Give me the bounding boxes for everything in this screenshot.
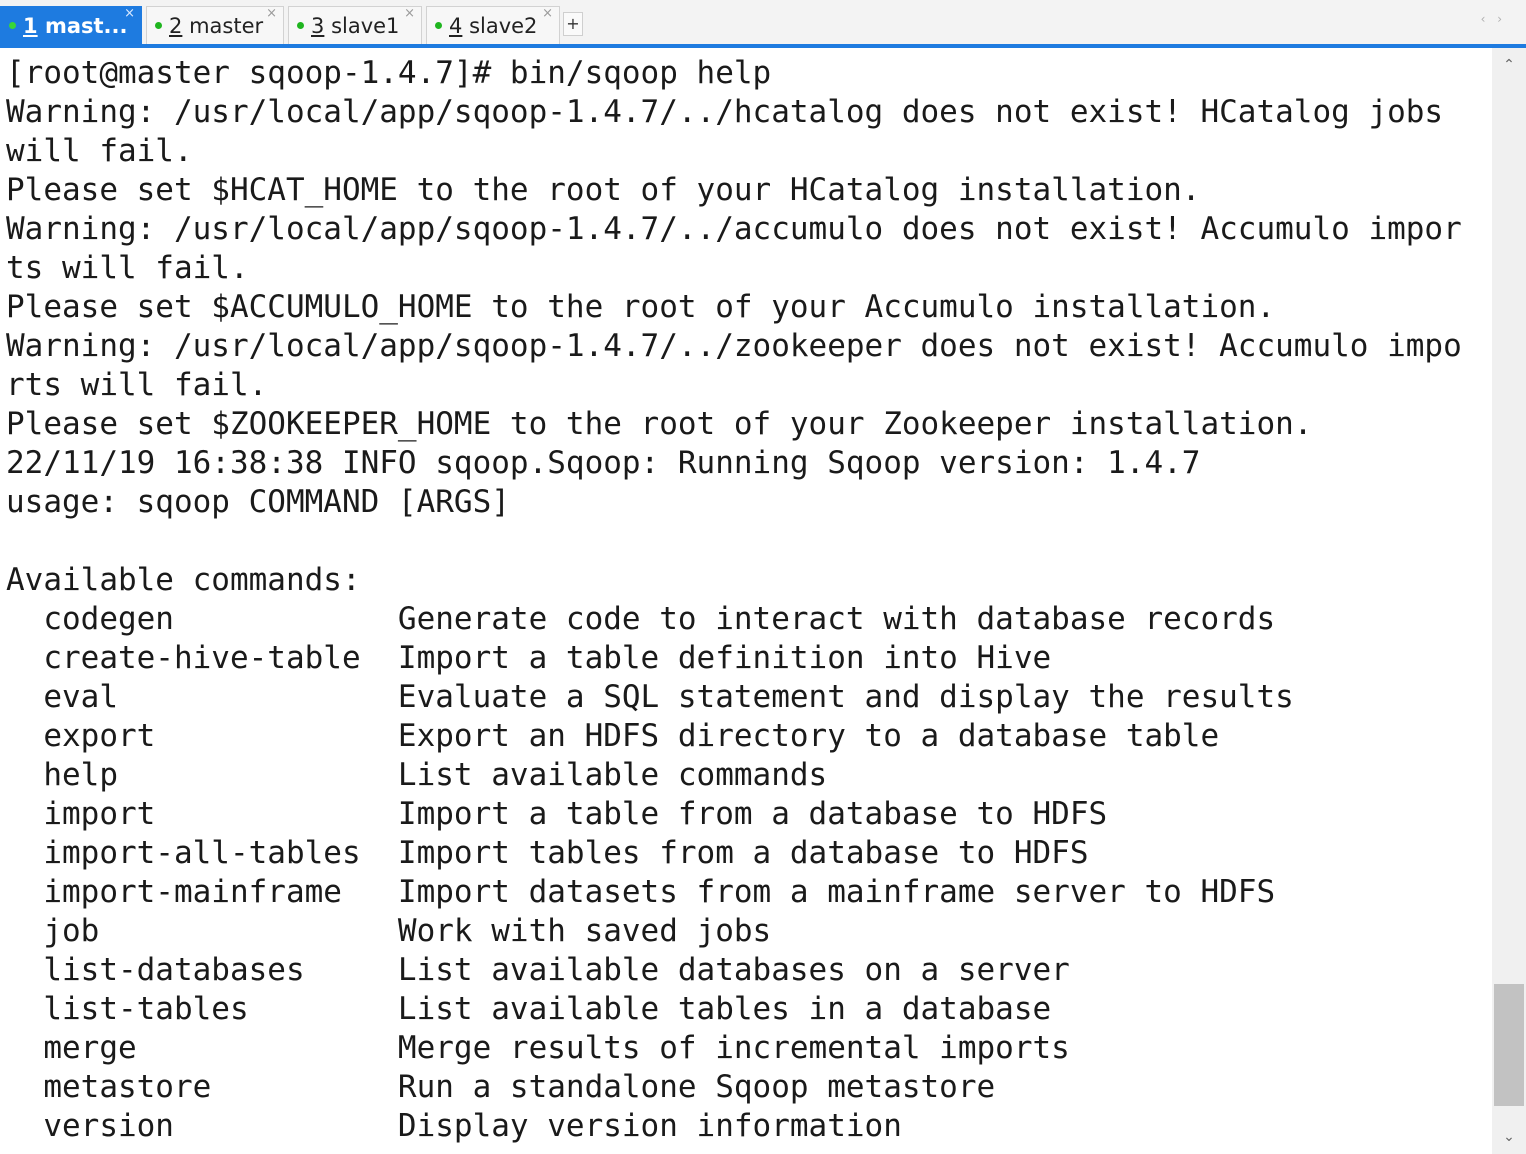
connected-status-icon xyxy=(435,21,442,29)
terminal-line: rts will fail. xyxy=(6,367,268,403)
terminal-output[interactable]: [root@master sqoop-1.4.7]# bin/sqoop hel… xyxy=(0,48,1492,1154)
terminal-line: list-tables List available tables in a d… xyxy=(6,991,1052,1027)
terminal-line: ts will fail. xyxy=(6,250,249,286)
terminal-line: create-hive-table Import a table definit… xyxy=(6,640,1052,676)
terminal-line: metastore Run a standalone Sqoop metasto… xyxy=(6,1069,996,1105)
close-tab-icon[interactable]: × xyxy=(124,7,135,33)
terminal-line: Available commands: xyxy=(6,562,361,598)
tab-number: 1 xyxy=(23,14,38,38)
scroll-up-icon[interactable]: ⌃ xyxy=(1492,48,1526,82)
tab-session-1[interactable]: 1 mast... × xyxy=(0,6,142,44)
terminal-line: Warning: /usr/local/app/sqoop-1.4.7/../h… xyxy=(6,94,1444,130)
tab-number: 2 xyxy=(169,14,183,38)
tab-session-2[interactable]: 2 master × xyxy=(146,6,284,44)
terminal-line: merge Merge results of incremental impor… xyxy=(6,1030,1070,1066)
scroll-down-icon[interactable]: ⌄ xyxy=(1492,1120,1526,1154)
scrollbar-thumb[interactable] xyxy=(1494,984,1524,1106)
terminal-line: Please set $ACCUMULO_HOME to the root of… xyxy=(6,289,1276,325)
terminal-line: list-databases List available databases … xyxy=(6,952,1070,988)
close-tab-icon[interactable]: × xyxy=(404,7,415,33)
terminal-line: codegen Generate code to interact with d… xyxy=(6,601,1276,637)
tab-session-4[interactable]: 4 slave2 × xyxy=(426,6,560,44)
connected-status-icon xyxy=(155,21,162,29)
terminal-line: will fail. xyxy=(6,133,193,169)
tab-number: 3 xyxy=(311,14,325,38)
connected-status-icon xyxy=(297,21,304,29)
tab-scroll-arrows-icon[interactable]: ‹ › xyxy=(1481,12,1506,26)
tab-session-3[interactable]: 3 slave1 × xyxy=(288,6,422,44)
close-tab-icon[interactable]: × xyxy=(266,7,277,33)
terminal-line: import-mainframe Import datasets from a … xyxy=(6,874,1276,910)
tab-label: master xyxy=(189,14,264,38)
tab-label: slave2 xyxy=(469,14,538,38)
terminal-line: export Export an HDFS directory to a dat… xyxy=(6,718,1220,754)
terminal-line: 22/11/19 16:38:38 INFO sqoop.Sqoop: Runn… xyxy=(6,445,1201,481)
terminal-line: Please set $HCAT_HOME to the root of you… xyxy=(6,172,1201,208)
terminal-line: [root@master sqoop-1.4.7]# bin/sqoop hel… xyxy=(6,55,772,91)
terminal-lines: [root@master sqoop-1.4.7]# bin/sqoop hel… xyxy=(0,48,1492,1146)
terminal-line: usage: sqoop COMMAND [ARGS] xyxy=(6,484,510,520)
close-tab-icon[interactable]: × xyxy=(542,7,553,33)
vertical-scrollbar[interactable]: ⌃ ⌄ xyxy=(1492,48,1526,1154)
terminal-line: Warning: /usr/local/app/sqoop-1.4.7/../z… xyxy=(6,328,1462,364)
tab-label: mast... xyxy=(44,14,128,38)
session-tab-bar: 1 mast... × 2 master × 3 slave1 × 4 slav… xyxy=(0,0,1526,48)
terminal-line: Please set $ZOOKEEPER_HOME to the root o… xyxy=(6,406,1313,442)
terminal-line: eval Evaluate a SQL statement and displa… xyxy=(6,679,1294,715)
terminal-line: job Work with saved jobs xyxy=(6,913,772,949)
terminal-line: import Import a table from a database to… xyxy=(6,796,1108,832)
terminal-line: help List available commands xyxy=(6,757,828,793)
tab-number: 4 xyxy=(449,14,463,38)
terminal-line: import-all-tables Import tables from a d… xyxy=(6,835,1089,871)
terminal-line: Warning: /usr/local/app/sqoop-1.4.7/../a… xyxy=(6,211,1462,247)
connected-status-icon xyxy=(9,21,16,29)
new-tab-button[interactable]: + xyxy=(563,12,583,36)
tab-label: slave1 xyxy=(331,14,400,38)
terminal-line: version Display version information xyxy=(6,1108,902,1144)
